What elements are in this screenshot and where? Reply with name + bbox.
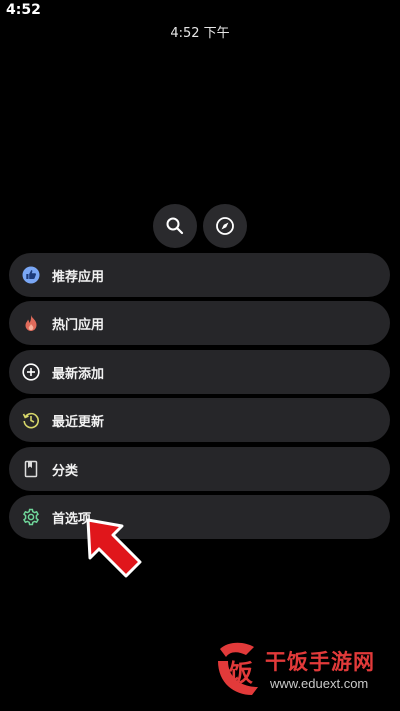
menu-item-label: 推荐应用: [52, 269, 105, 285]
update-icon: [21, 410, 41, 430]
menu-item-label: 最新添加: [52, 366, 105, 382]
menu-item-categories[interactable]: 分类: [9, 447, 390, 491]
fire-icon: [21, 313, 41, 333]
menu-item-label: 热门应用: [52, 317, 105, 333]
menu-item-label: 最近更新: [52, 414, 105, 430]
status-time: 4:52: [6, 2, 41, 18]
watermark-logo: 饭: [218, 642, 258, 695]
menu-item-newest[interactable]: 最新添加: [9, 350, 390, 394]
watermark-title: 干饭手游网: [265, 650, 375, 674]
pointer-arrow-icon: [86, 518, 142, 578]
explore-button[interactable]: [203, 204, 247, 248]
menu-item-preferences[interactable]: 首选项: [9, 495, 390, 539]
watermark: 饭 干饭手游网 www.eduext.com: [214, 635, 392, 703]
header-time: 4:52 下午: [170, 26, 230, 41]
menu-item-popular[interactable]: 热门应用: [9, 301, 390, 345]
search-icon: [166, 217, 184, 235]
thumbs-up-icon: [21, 265, 41, 285]
bookmark-icon: [21, 459, 41, 479]
menu-item-recent-updates[interactable]: 最近更新: [9, 398, 390, 442]
menu-item-label: 分类: [52, 463, 79, 479]
watermark-url: www.eduext.com: [270, 676, 369, 691]
watermark-logo-char: 饭: [229, 659, 253, 687]
search-button[interactable]: [153, 204, 197, 248]
menu-item-recommended[interactable]: 推荐应用: [9, 253, 390, 297]
plus-circle-icon: [21, 362, 41, 382]
compass-icon: [216, 217, 234, 235]
gear-icon: [21, 507, 41, 527]
